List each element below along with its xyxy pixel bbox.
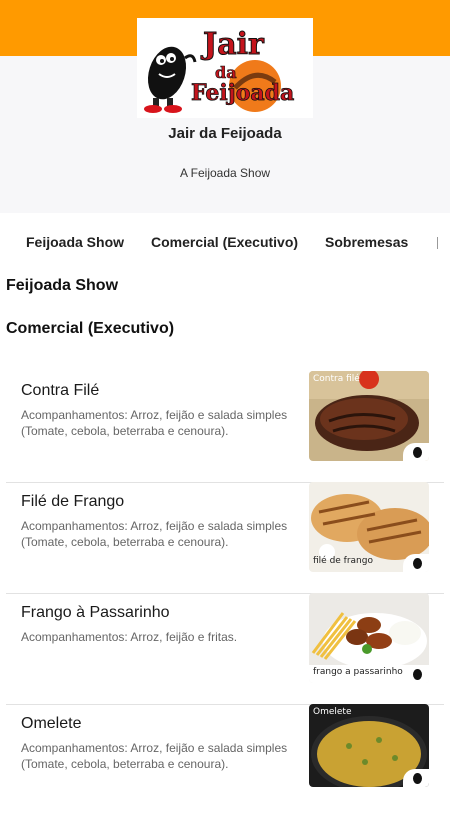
item-description: Acompanhamentos: Arroz, feijão e salada …	[21, 519, 288, 549]
item-description: Acompanhamentos: Arroz, feijão e salada …	[21, 741, 288, 771]
photo-caption: Contra filé	[313, 374, 360, 384]
brand-badge	[403, 554, 429, 572]
brand-badge	[403, 665, 429, 683]
tab-feijoada-show[interactable]: Feijoada Show	[26, 234, 124, 250]
item-name: Filé de Frango	[21, 493, 125, 510]
section-title-comercial: Comercial (Executivo)	[6, 320, 175, 337]
item-description: Acompanhamentos: Arroz, feijão e fritas.	[21, 630, 238, 644]
store-subtitle: A Feijoada Show	[179, 166, 271, 180]
tab-sobremesas[interactable]: Sobremesas	[325, 234, 408, 250]
tab-comercial-executivo[interactable]: Comercial (Executivo)	[151, 234, 298, 250]
category-tabs: Feijoada Show Comercial (Executivo) Sobr…	[0, 213, 450, 269]
item-description: Acompanhamentos: Arroz, feijão e salada …	[21, 408, 288, 438]
logo-text-jair: Jair	[200, 27, 265, 62]
photo-caption: frango a passarinho	[313, 667, 403, 677]
brand-badge	[403, 443, 429, 461]
item-photo-contra-file: Contra filé	[309, 371, 429, 461]
item-name: Contra Filé	[21, 382, 100, 399]
item-photo-omelete: Omelete	[309, 704, 429, 787]
item-name: Frango à Passarinho	[21, 604, 170, 621]
item-photo-frango-a-passarinho: frango a passarinho	[309, 593, 429, 683]
tabs-overflow-indicator	[437, 237, 438, 249]
item-photo-file-de-frango: filé de frango	[309, 482, 429, 572]
item-name: Omelete	[21, 715, 82, 732]
menu-item-contra-file[interactable]: Contra Filé Acompanhamentos: Arroz, feij…	[6, 371, 444, 483]
menu-item-omelete[interactable]: Omelete Acompanhamentos: Arroz, feijão e…	[6, 704, 444, 815]
store-name: Jair da Feijoada	[168, 125, 282, 142]
photo-caption: filé de frango	[313, 556, 373, 566]
logo-text-feijoada: Feijoada	[191, 80, 294, 106]
photo-caption: Omelete	[313, 707, 352, 717]
menu-item-frango-a-passarinho[interactable]: Frango à Passarinho Acompanhamentos: Arr…	[6, 593, 444, 705]
menu-item-file-de-frango[interactable]: Filé de Frango Acompanhamentos: Arroz, f…	[6, 482, 444, 594]
store-logo: Jair da Feijoada	[137, 18, 313, 118]
section-title-feijoada-show: Feijoada Show	[6, 277, 119, 294]
brand-badge	[403, 769, 429, 787]
